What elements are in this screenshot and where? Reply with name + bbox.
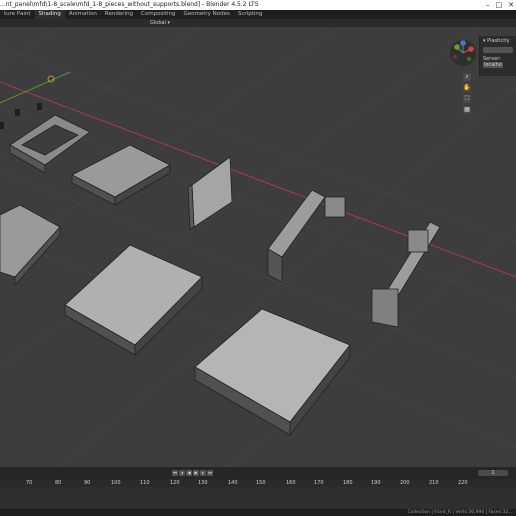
right-bracket	[371, 221, 441, 328]
workspace-tabs: ture Paint Shading Animation Rendering C…	[0, 10, 516, 19]
current-frame-field[interactable]: 1	[478, 470, 508, 476]
close-icon[interactable]: ✕	[508, 0, 514, 10]
timeline-ruler[interactable]: 70 80 90 100 110 120 130 140 150 160 170…	[0, 479, 516, 487]
ruler-tick: 90	[84, 480, 91, 486]
ruler-tick: 220	[458, 480, 468, 486]
ruler-tick: 120	[170, 480, 180, 486]
prev-key-icon[interactable]: ◂	[179, 470, 185, 476]
left-panel-piece	[0, 204, 61, 287]
grid-view-icon[interactable]: ▦	[463, 106, 471, 114]
ruler-tick: 160	[286, 480, 296, 486]
jump-end-icon[interactable]: ⏭	[207, 470, 213, 476]
pan-hand-icon[interactable]: ✋	[463, 84, 471, 92]
ruler-tick: 170	[314, 480, 324, 486]
tab-rendering[interactable]: Rendering	[101, 10, 137, 19]
status-bar: Collection | Front_R | Verts:36,994 | Fa…	[0, 509, 516, 516]
frame-piece	[9, 114, 91, 174]
maximize-icon[interactable]: □	[496, 0, 503, 10]
zoom-icon[interactable]: ⌕	[463, 73, 471, 81]
tab-geometry-nodes[interactable]: Geometry Nodes	[180, 10, 234, 19]
ruler-tick: 70	[26, 480, 33, 486]
ruler-tick: 190	[371, 480, 381, 486]
ruler-tick: 100	[111, 480, 121, 486]
server-row: Server: localho	[480, 54, 516, 70]
ruler-tick: 80	[55, 480, 62, 486]
viewport-header: Global ▾	[0, 19, 516, 27]
play-reverse-icon[interactable]: ◀	[186, 470, 192, 476]
3d-viewport[interactable]: ⌕ ✋ ⛶ ▦ ▾ Plasticity Server: localho	[0, 27, 516, 467]
timeline-area[interactable]	[0, 487, 516, 509]
axis-gizmo-icon[interactable]	[449, 39, 477, 67]
server-value[interactable]: localho	[483, 62, 503, 68]
scene-stats: Collection | Front_R | Verts:36,994 | Fa…	[407, 510, 514, 515]
large-slab	[194, 308, 351, 437]
tab-scripting[interactable]: Scripting	[234, 10, 266, 19]
jump-start-icon[interactable]: ⏮	[172, 470, 178, 476]
ruler-tick: 140	[228, 480, 238, 486]
viewport-scene[interactable]	[0, 27, 516, 467]
minimize-icon[interactable]: –	[486, 0, 490, 10]
window-title: ...nt_panel\mfd\1-8_scale\mfd_1-8_pieces…	[0, 1, 259, 8]
orientation-dropdown[interactable]: Global ▾	[150, 19, 170, 27]
tab-shading[interactable]: Shading	[34, 10, 65, 19]
y-axis-line	[0, 71, 71, 104]
ruler-tick: 210	[429, 480, 439, 486]
ruler-tick: 130	[198, 480, 208, 486]
panel-field[interactable]	[483, 47, 513, 53]
tab-compositing[interactable]: Compositing	[137, 10, 179, 19]
small-pieces	[0, 103, 42, 129]
window-controls: – □ ✕	[486, 0, 514, 10]
ruler-tick: 200	[400, 480, 410, 486]
timeline-header: ⏮ ◂ ◀ ▶ ▸ ⏭ 1	[0, 467, 516, 479]
middle-slab	[64, 244, 203, 356]
ruler-tick: 180	[343, 480, 353, 486]
play-icon[interactable]: ▶	[193, 470, 199, 476]
ruler-tick: 110	[140, 480, 150, 486]
panel-title: ▾ Plasticity	[483, 38, 510, 44]
bracket-piece	[71, 144, 171, 206]
tab-texture-paint[interactable]: ture Paint	[0, 10, 35, 19]
camera-view-icon[interactable]: ⛶	[463, 95, 471, 103]
next-key-icon[interactable]: ▸	[200, 470, 206, 476]
viewport-nav-tools: ⌕ ✋ ⛶ ▦	[463, 73, 471, 114]
playback-controls: ⏮ ◂ ◀ ▶ ▸ ⏭	[172, 470, 213, 476]
ruler-tick: 150	[256, 480, 266, 486]
orientation-label: Global	[150, 20, 166, 26]
tab-animation[interactable]: Animation	[65, 10, 101, 19]
window-title-bar: ...nt_panel\mfd\1-8_scale\mfd_1-8_pieces…	[0, 0, 516, 10]
plasticity-panel: ▾ Plasticity Server: localho	[479, 36, 516, 76]
